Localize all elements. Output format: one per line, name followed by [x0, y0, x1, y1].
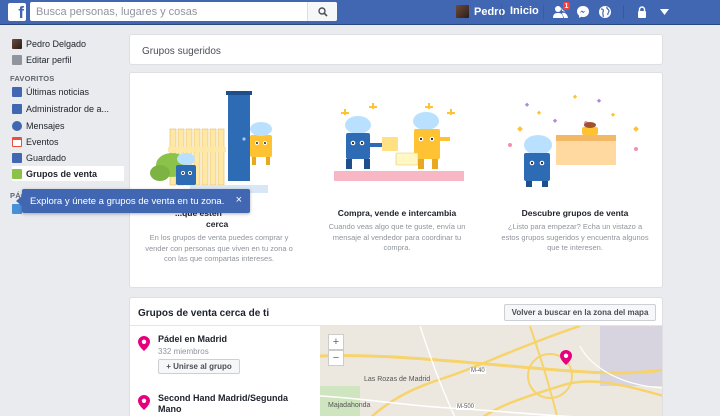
map-roads: [320, 326, 662, 416]
promo-description: ¿Listo para empezar? Echa un vistazo a e…: [501, 222, 649, 252]
sidebar-item-edit-profile[interactable]: Editar perfil: [12, 52, 124, 67]
nearby-illustration: [150, 91, 272, 193]
nav-divider: [543, 5, 544, 19]
search-map-area-button[interactable]: Volver a buscar en la zona del mapa: [504, 304, 656, 321]
sidebar-item-label: Eventos: [26, 136, 59, 147]
avatar: [12, 38, 22, 49]
lock-icon: [638, 6, 646, 18]
messages-icon: [12, 120, 22, 131]
home-link[interactable]: Inicio: [510, 5, 539, 17]
messages-button[interactable]: [575, 4, 591, 20]
zoom-in-button[interactable]: +: [328, 334, 344, 350]
favorites-heading: FAVORITOS: [10, 74, 55, 83]
facebook-logo-icon[interactable]: f: [8, 3, 26, 21]
sidebar-item-label: Mensajes: [26, 120, 65, 131]
groups-map[interactable]: + − Las Rozas de Madrid Majadahonda M-40…: [320, 326, 662, 416]
buy-sell-illustration: [334, 103, 464, 181]
group-name-line2[interactable]: Mano: [158, 404, 182, 414]
group-members: 332 miembros: [158, 347, 209, 356]
map-pin-icon[interactable]: [560, 350, 572, 365]
sidebar-item-saved[interactable]: Guardado: [12, 150, 124, 165]
nearby-groups-card: Grupos de venta cerca de ti Volver a bus…: [129, 297, 663, 416]
search-box: [30, 2, 337, 21]
search-icon: [317, 6, 328, 17]
nav-icons: 1: [553, 1, 672, 20]
profile-link[interactable]: Pedro: [456, 5, 505, 18]
nav-divider: [623, 5, 624, 19]
promo-title: Descubre grupos de venta: [521, 208, 629, 218]
chevron-down-icon: [659, 9, 669, 15]
suggested-groups-card: Grupos sugeridos: [129, 34, 663, 65]
nav-divider: [501, 5, 502, 19]
close-icon[interactable]: ×: [236, 194, 242, 206]
sale-groups-icon: [12, 168, 22, 179]
sidebar-item-profile[interactable]: Pedro Delgado: [12, 36, 124, 51]
group-name[interactable]: Pádel en Madrid: [158, 334, 227, 344]
sidebar-item-messages[interactable]: Mensajes: [12, 118, 124, 133]
sidebar-item-label: Administrador de a...: [26, 103, 110, 114]
promo-column-nearby: ...que estén cerca En los grupos de vent…: [130, 73, 308, 289]
top-bar: f Pedro Inicio 1: [0, 0, 720, 25]
sidebar-item-label: Editar perfil: [26, 54, 72, 65]
promo-description: En los grupos de venta puedes comprar y …: [145, 233, 293, 263]
messenger-icon: [577, 6, 589, 18]
map-pin-icon: [138, 395, 150, 410]
map-label: Majadahonda: [328, 402, 371, 409]
nearby-groups-title: Grupos de venta cerca de ti: [138, 308, 270, 319]
promo-column-discover: Descubre grupos de venta ¿Listo para emp…: [486, 73, 664, 289]
left-sidebar: Pedro Delgado Editar perfil FAVORITOS Úl…: [0, 25, 128, 416]
sidebar-item-ads-manager[interactable]: Administrador de a...: [12, 101, 124, 116]
account-menu-button[interactable]: [656, 4, 672, 20]
search-input[interactable]: [30, 3, 307, 20]
sidebar-item-sale-groups[interactable]: Grupos de venta: [12, 166, 124, 181]
map-road-label: M-40: [470, 368, 486, 374]
zoom-out-button[interactable]: −: [328, 350, 344, 366]
sidebar-item-label: Guardado: [26, 152, 67, 163]
friend-requests-badge: 1: [562, 1, 571, 11]
saved-icon: [12, 152, 22, 163]
ads-manager-icon: [12, 103, 22, 114]
nearby-groups-list: Pádel en Madrid 332 miembros + Unirse al…: [130, 326, 320, 416]
tooltip-text: Explora y únete a grupos de venta en tu …: [30, 195, 225, 207]
sidebar-item-label: Pedro Delgado: [26, 38, 87, 49]
suggested-groups-title: Grupos sugeridos: [142, 46, 221, 57]
join-group-button[interactable]: + Unirse al grupo: [158, 359, 240, 374]
sale-groups-tooltip: Explora y únete a grupos de venta en tu …: [16, 189, 250, 213]
events-icon: [12, 136, 22, 147]
sidebar-item-events[interactable]: Eventos: [12, 134, 124, 149]
map-pin-icon: [138, 336, 150, 351]
friend-requests-button[interactable]: 1: [553, 1, 571, 20]
privacy-shortcuts-button[interactable]: [634, 4, 650, 20]
search-button[interactable]: [307, 2, 337, 21]
globe-icon: [599, 6, 611, 18]
discover-illustration: [508, 94, 639, 187]
sidebar-item-label: Últimas noticias: [26, 86, 90, 97]
sidebar-item-label: Grupos de venta: [26, 168, 98, 179]
promo-description: Cuando veas algo que te guste, envía un …: [328, 222, 466, 252]
promo-title-line2: cerca: [206, 219, 229, 229]
news-feed-icon: [12, 86, 22, 97]
group-name[interactable]: Second Hand Madrid/Segunda: [158, 393, 288, 403]
promo-card: ...que estén cerca En los grupos de vent…: [129, 72, 663, 288]
sidebar-item-news-feed[interactable]: Últimas noticias ▼: [12, 84, 124, 99]
map-road-label: M-500: [456, 404, 476, 410]
promo-column-buy-sell: Compra, vende e intercambia Cuando veas …: [308, 73, 486, 289]
map-label: Las Rozas de Madrid: [364, 376, 431, 383]
notifications-button[interactable]: [597, 4, 613, 20]
promo-title: Compra, vende e intercambia: [337, 208, 457, 218]
avatar: [456, 5, 469, 18]
edit-icon: [12, 54, 22, 65]
